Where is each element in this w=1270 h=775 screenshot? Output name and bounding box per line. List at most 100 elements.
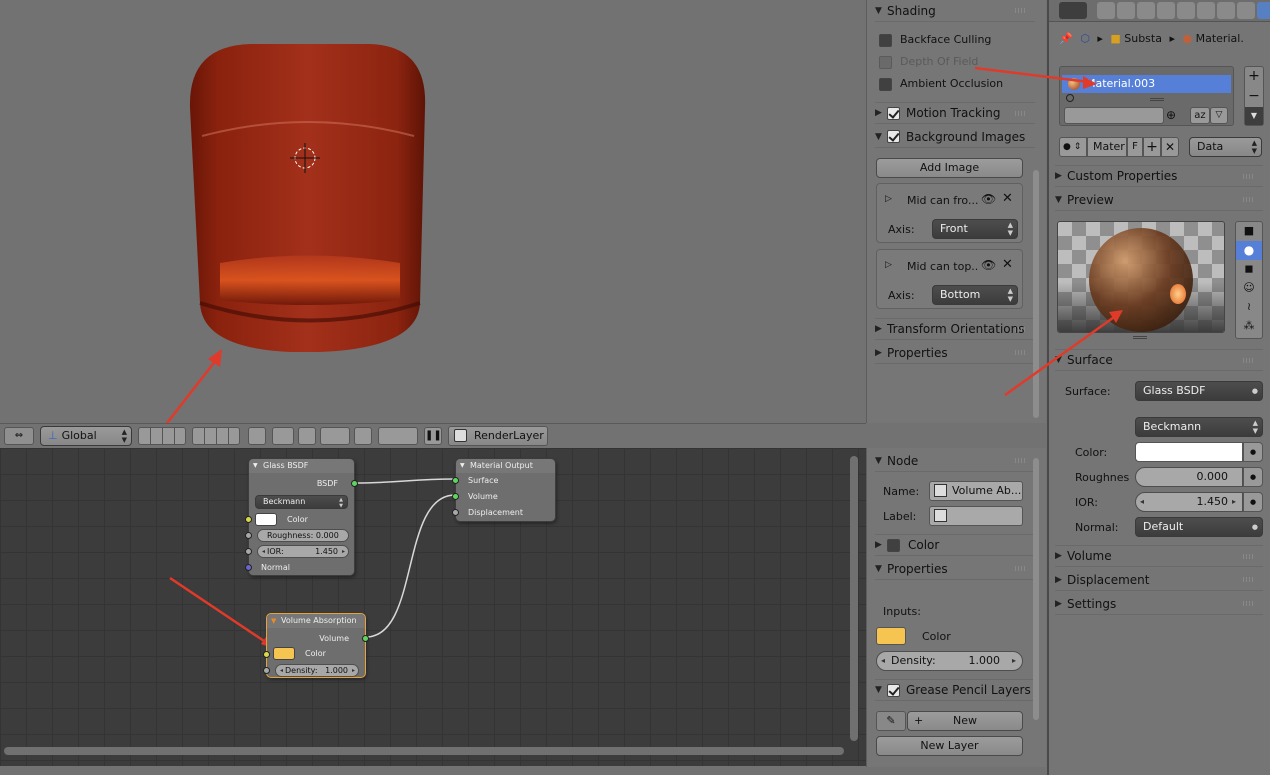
normal-dropdown[interactable]: Default ● <box>1135 517 1263 537</box>
breadcrumb-object[interactable]: Substa <box>1124 32 1162 45</box>
color-label: Color: <box>1075 446 1108 459</box>
properties-title: Properties <box>887 345 948 360</box>
proportional-icon[interactable] <box>272 427 294 445</box>
material-output-node[interactable]: ▼ Material Output Surface Volume Displace… <box>452 458 556 522</box>
ior-label: IOR: <box>1075 496 1098 509</box>
collapse-icon[interactable]: ▼ <box>271 614 276 628</box>
density-label: Density: <box>285 666 318 675</box>
color-input-socket[interactable] <box>245 516 252 523</box>
normal-label: Normal <box>261 563 290 572</box>
pivot-icon[interactable]: ⇔ <box>4 427 34 445</box>
orientation-dropdown[interactable]: ⊥ Global ▲ ▼ <box>40 426 132 446</box>
normal-value: Default <box>1143 520 1184 533</box>
new-layer-button[interactable]: New Layer <box>876 736 1023 756</box>
density-field[interactable]: ◂ Density: 1.000 ▸ <box>275 664 359 677</box>
color-header[interactable]: ▶ Color <box>875 534 1035 556</box>
input-color-swatch[interactable] <box>876 627 906 645</box>
volume-absorption-node[interactable]: ▼ Volume Absorption Volume Color ◂ Density… <box>263 613 369 678</box>
render-layer-dropdown[interactable]: RenderLayer <box>448 426 548 446</box>
node-editor-vscrollbar[interactable] <box>850 456 858 741</box>
color-swatch[interactable] <box>1135 442 1243 462</box>
axis-value: Front <box>940 222 968 235</box>
3d-viewport[interactable] <box>0 0 866 423</box>
backface-culling-checkbox[interactable]: Backface Culling <box>879 33 991 47</box>
constraints-tab-icon[interactable] <box>1197 2 1215 19</box>
ior-socket-icon[interactable]: ● <box>1243 492 1263 512</box>
node-properties-header[interactable]: ▼ Properties <box>875 558 1035 580</box>
pause-icon[interactable]: ❚❚ <box>424 427 442 445</box>
distribution-value: Beckmann <box>263 497 306 506</box>
layer-buttons-1[interactable] <box>138 427 186 445</box>
layer-buttons-2[interactable] <box>192 427 240 445</box>
volume-input-socket[interactable] <box>452 493 459 500</box>
layers-tab-icon[interactable] <box>1117 2 1135 19</box>
node-editor-hscrollbar[interactable] <box>4 747 844 755</box>
inputs-label: Inputs: <box>883 605 921 618</box>
new-label: New <box>953 714 977 727</box>
node-title: Node <box>887 453 919 468</box>
ior-field[interactable]: ◂ IOR: 1.450 ▸ <box>257 545 349 558</box>
collapse-icon[interactable]: ▼ <box>460 459 465 473</box>
ior-field[interactable]: ◂ 1.450 ▸ <box>1135 492 1243 512</box>
editor-type-icon[interactable] <box>1059 2 1087 19</box>
ior-input-socket[interactable] <box>245 548 252 555</box>
glass-distribution-dropdown[interactable]: Beckmann ▲ ▼ <box>255 495 348 509</box>
expand-triangle-icon[interactable]: ▷ <box>885 194 892 204</box>
snap-element-icon[interactable] <box>320 427 350 445</box>
color-socket-icon[interactable]: ● <box>1243 442 1263 462</box>
grease-pencil-header[interactable]: ▼ Grease Pencil Layers <box>875 679 1035 701</box>
volume-header[interactable]: ▶ Volume <box>1055 545 1263 567</box>
modifiers-tab-icon[interactable] <box>1217 2 1235 19</box>
node-panel-scrollbar[interactable] <box>1033 458 1039 720</box>
node-header[interactable]: ▼ Node <box>875 450 1035 472</box>
density-label: Density: <box>891 654 936 667</box>
material-tab-icon[interactable] <box>1257 2 1270 19</box>
color-input-socket[interactable] <box>263 651 270 658</box>
roughness-input-socket[interactable] <box>245 532 252 539</box>
render-icon[interactable] <box>378 427 418 445</box>
volume-output-label: Volume <box>319 634 349 643</box>
roughness-field[interactable]: 0.000 <box>1135 467 1243 487</box>
bsdf-output-socket[interactable] <box>351 480 358 487</box>
viewport-header: ⇔ ⊥ Global ▲ ▼ ❚❚ RenderLayer <box>0 423 866 448</box>
settings-header[interactable]: ▶ Settings <box>1055 593 1263 615</box>
roughness-socket-icon[interactable]: ● <box>1243 467 1263 487</box>
roughness-value: 0.000 <box>1196 470 1229 483</box>
displacement-input-socket[interactable] <box>452 509 459 516</box>
object-tab-icon[interactable] <box>1177 2 1195 19</box>
pencil-icon[interactable]: ✎ <box>876 711 906 731</box>
node-links <box>169 478 456 649</box>
distribution-dropdown[interactable]: Beckmann ▲ ▼ <box>1135 417 1263 437</box>
collapse-icon[interactable]: ▼ <box>253 459 258 473</box>
render-tab-icon[interactable] <box>1097 2 1115 19</box>
new-grease-pencil-button[interactable]: + New <box>907 711 1023 731</box>
breadcrumb-material[interactable]: Material. <box>1196 32 1244 45</box>
node-properties-panel: ▼ Node Name: Volume Ab... Label: ▶ Color ▼… <box>866 448 1046 775</box>
world-tab-icon[interactable] <box>1157 2 1175 19</box>
glass-color-swatch[interactable] <box>255 513 277 526</box>
glass-bsdf-node[interactable]: ▼ Glass BSDF BSDF Beckmann ▲ ▼ Color Roughn… <box>245 458 358 576</box>
normal-input-socket[interactable] <box>245 564 252 571</box>
roughness-field[interactable]: Roughness: 0.000 <box>257 529 349 542</box>
breadcrumb: 📌 ⬡ ▸ ■ Substa ▸ ● Material. <box>1059 32 1244 45</box>
surface-input-socket[interactable] <box>452 477 459 484</box>
node-title: Material Output <box>470 461 533 470</box>
input-color-label: Color <box>922 630 951 643</box>
shading-header[interactable]: ▼ Shading <box>875 0 1035 22</box>
absorption-color-swatch[interactable] <box>273 647 295 660</box>
volume-output-socket[interactable] <box>362 635 369 642</box>
snap-icon[interactable] <box>298 427 316 445</box>
scene-tab-icon[interactable] <box>1137 2 1155 19</box>
node-label-field[interactable] <box>929 506 1023 526</box>
node-name-field[interactable]: Volume Ab... <box>929 481 1023 501</box>
node-editor[interactable]: ▼ Glass BSDF BSDF Beckmann ▲ ▼ Color Roughn… <box>0 448 866 775</box>
input-density-field[interactable]: ◂ Density: 1.000 ▸ <box>876 651 1023 671</box>
data-tab-icon[interactable] <box>1237 2 1255 19</box>
lock-icon[interactable] <box>248 427 266 445</box>
snap-target-icon[interactable] <box>354 427 372 445</box>
expand-triangle-icon[interactable]: ▷ <box>885 260 892 270</box>
pin-icon[interactable]: 📌 <box>1059 32 1073 45</box>
displacement-header[interactable]: ▶ Displacement <box>1055 569 1263 591</box>
density-input-socket[interactable] <box>263 667 270 674</box>
axis-label: Axis: <box>888 223 915 236</box>
